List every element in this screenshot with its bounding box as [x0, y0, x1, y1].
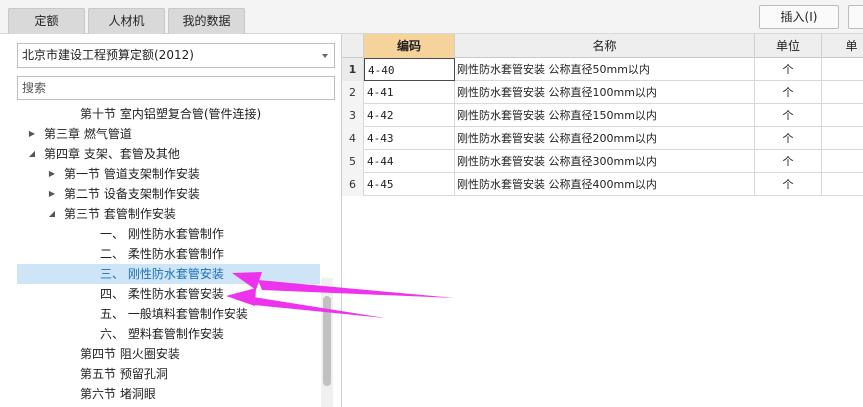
name-cell[interactable]: 刚性防水套管安装 公称直径100mm以内 — [455, 81, 755, 104]
name-cell[interactable]: 刚性防水套管安装 公称直径150mm以内 — [455, 104, 755, 127]
tree-item-label: 二、 柔性防水套管制作 — [100, 247, 224, 261]
tree-item-label: 三、 刚性防水套管安装 — [100, 267, 224, 281]
tree-item[interactable]: 六、 塑料套管制作安装 — [17, 324, 320, 344]
tree-item[interactable]: ▶ 第一节 管道支架制作安装 — [17, 164, 320, 184]
tree-item-label: 第三节 套管制作安装 — [64, 207, 176, 221]
tab-labor-material-machine[interactable]: 人材机 — [88, 8, 165, 34]
name-cell[interactable]: 刚性防水套管安装 公称直径300mm以内 — [455, 150, 755, 173]
tree-item[interactable]: 第十节 室内铝塑复合管(管件连接) — [17, 104, 320, 124]
tree-item[interactable]: 四、 柔性防水套管安装 — [17, 284, 320, 304]
code-cell[interactable]: 4-42 — [364, 104, 455, 127]
unit-cell[interactable]: 个 — [755, 81, 822, 104]
tree-collapsed-icon[interactable]: ▶ — [47, 164, 57, 184]
overflow-button[interactable] — [848, 5, 863, 29]
tree-item-label: 第十节 室内铝塑复合管(管件连接) — [80, 107, 262, 121]
insert-button[interactable]: 插入(I) — [759, 5, 839, 29]
quota-grid: 编码 名称 单位 单 1 4-40 刚性防水套管安装 公称直径50mm以内个 2 4-4… — [341, 34, 863, 407]
price-cell[interactable] — [822, 150, 863, 173]
table-row[interactable]: 2 4-41 刚性防水套管安装 公称直径100mm以内个 — [342, 81, 863, 104]
tree-item[interactable]: 第四节 阻火圈安装 — [17, 344, 320, 364]
header-price[interactable]: 单 — [822, 34, 863, 58]
tree-item[interactable]: ▶ 第二节 设备支架制作安装 — [17, 184, 320, 204]
library-select[interactable]: 北京市建设工程预算定额(2012) — [17, 43, 335, 68]
unit-cell[interactable]: 个 — [755, 150, 822, 173]
scrollbar-thumb[interactable] — [323, 296, 331, 386]
header-unit[interactable]: 单位 — [755, 34, 822, 58]
table-row[interactable]: 6 4-45 刚性防水套管安装 公称直径400mm以内个 — [342, 173, 863, 196]
tree-item-label: 第六节 堵洞眼 — [80, 387, 156, 401]
unit-cell[interactable]: 个 — [755, 127, 822, 150]
header-index — [342, 34, 364, 58]
tree-collapsed-icon[interactable]: ▶ — [47, 184, 57, 204]
tree-collapsed-icon[interactable]: ▶ — [27, 124, 37, 144]
price-cell[interactable] — [822, 104, 863, 127]
tree-item[interactable]: 五、 一般填料套管制作安装 — [17, 304, 320, 324]
grid-header: 编码 名称 单位 单 — [342, 34, 863, 58]
price-cell[interactable] — [822, 81, 863, 104]
tree-item[interactable]: 第五节 预留孔洞 — [17, 364, 320, 384]
table-row[interactable]: 3 4-42 刚性防水套管安装 公称直径150mm以内个 — [342, 104, 863, 127]
table-row[interactable]: 5 4-44 刚性防水套管安装 公称直径300mm以内个 — [342, 150, 863, 173]
tree-item[interactable]: 一、 刚性防水套管制作 — [17, 224, 320, 244]
header-name[interactable]: 名称 — [455, 34, 755, 58]
tree-expanded-icon[interactable]: ◢ — [27, 144, 37, 164]
chapter-tree: 第十节 室内铝塑复合管(管件连接) ▶ 第三章 燃气管道 ◢ 第四章 支架、套管及其他 ▶… — [17, 104, 320, 407]
tree-item-label: 四、 柔性防水套管安装 — [100, 287, 224, 301]
tree-item[interactable]: ▶ 第三章 燃气管道 — [17, 124, 320, 144]
tree-item-label: 第三章 燃气管道 — [44, 127, 132, 141]
row-index[interactable]: 3 — [342, 104, 364, 127]
tree-expanded-icon[interactable]: ◢ — [47, 204, 57, 224]
tree-item-label: 第四章 支架、套管及其他 — [44, 147, 180, 161]
top-toolbar: 定额 人材机 我的数据 插入(I) — [0, 0, 863, 34]
unit-cell[interactable]: 个 — [755, 104, 822, 127]
tab-quota[interactable]: 定额 — [8, 8, 85, 34]
tree-item-label: 五、 一般填料套管制作安装 — [100, 307, 248, 321]
header-code[interactable]: 编码 — [364, 34, 455, 58]
code-cell[interactable]: 4-41 — [364, 81, 455, 104]
code-cell[interactable]: 4-43 — [364, 127, 455, 150]
tree-item-label: 第二节 设备支架制作安装 — [64, 187, 200, 201]
tree-item-label: 六、 塑料套管制作安装 — [100, 327, 224, 341]
code-cell[interactable]: 4-44 — [364, 150, 455, 173]
tree-item[interactable]: 第六节 堵洞眼 — [17, 384, 320, 404]
tree-item-label: 第五节 预留孔洞 — [80, 367, 168, 381]
row-index[interactable]: 1 — [342, 58, 364, 81]
code-cell[interactable]: 4-40 — [364, 58, 455, 81]
chevron-down-icon — [322, 54, 328, 58]
unit-cell[interactable]: 个 — [755, 58, 822, 81]
name-cell[interactable]: 刚性防水套管安装 公称直径400mm以内 — [455, 173, 755, 196]
code-cell[interactable]: 4-45 — [364, 173, 455, 196]
row-index[interactable]: 4 — [342, 127, 364, 150]
tree-item[interactable]: 二、 柔性防水套管制作 — [17, 244, 320, 264]
name-cell[interactable]: 刚性防水套管安装 公称直径200mm以内 — [455, 127, 755, 150]
table-row[interactable]: 1 4-40 刚性防水套管安装 公称直径50mm以内个 — [342, 58, 863, 81]
tree-item-label: 第四节 阻火圈安装 — [80, 347, 180, 361]
table-row[interactable]: 4 4-43 刚性防水套管安装 公称直径200mm以内个 — [342, 127, 863, 150]
search-input[interactable] — [17, 76, 335, 100]
tree-item[interactable]: 三、 刚性防水套管安装 — [17, 264, 320, 284]
price-cell[interactable] — [822, 173, 863, 196]
price-cell[interactable] — [822, 127, 863, 150]
row-index[interactable]: 5 — [342, 150, 364, 173]
quota-library-panel: 北京市建设工程预算定额(2012) 第十节 室内铝塑复合管(管件连接) ▶ 第三章 … — [0, 34, 341, 407]
name-cell[interactable]: 刚性防水套管安装 公称直径50mm以内 — [455, 58, 755, 81]
row-index[interactable]: 6 — [342, 173, 364, 196]
tree-item-label: 一、 刚性防水套管制作 — [100, 227, 224, 241]
price-cell[interactable] — [822, 58, 863, 81]
library-select-value: 北京市建设工程预算定额(2012) — [22, 48, 194, 62]
tree-item[interactable]: ◢ 第四章 支架、套管及其他 — [17, 144, 320, 164]
tree-item-label: 第一节 管道支架制作安装 — [64, 167, 200, 181]
tab-my-data[interactable]: 我的数据 — [168, 8, 245, 34]
unit-cell[interactable]: 个 — [755, 173, 822, 196]
tree-scrollbar[interactable] — [321, 278, 333, 407]
tree-item[interactable]: ◢ 第三节 套管制作安装 — [17, 204, 320, 224]
row-index[interactable]: 2 — [342, 81, 364, 104]
